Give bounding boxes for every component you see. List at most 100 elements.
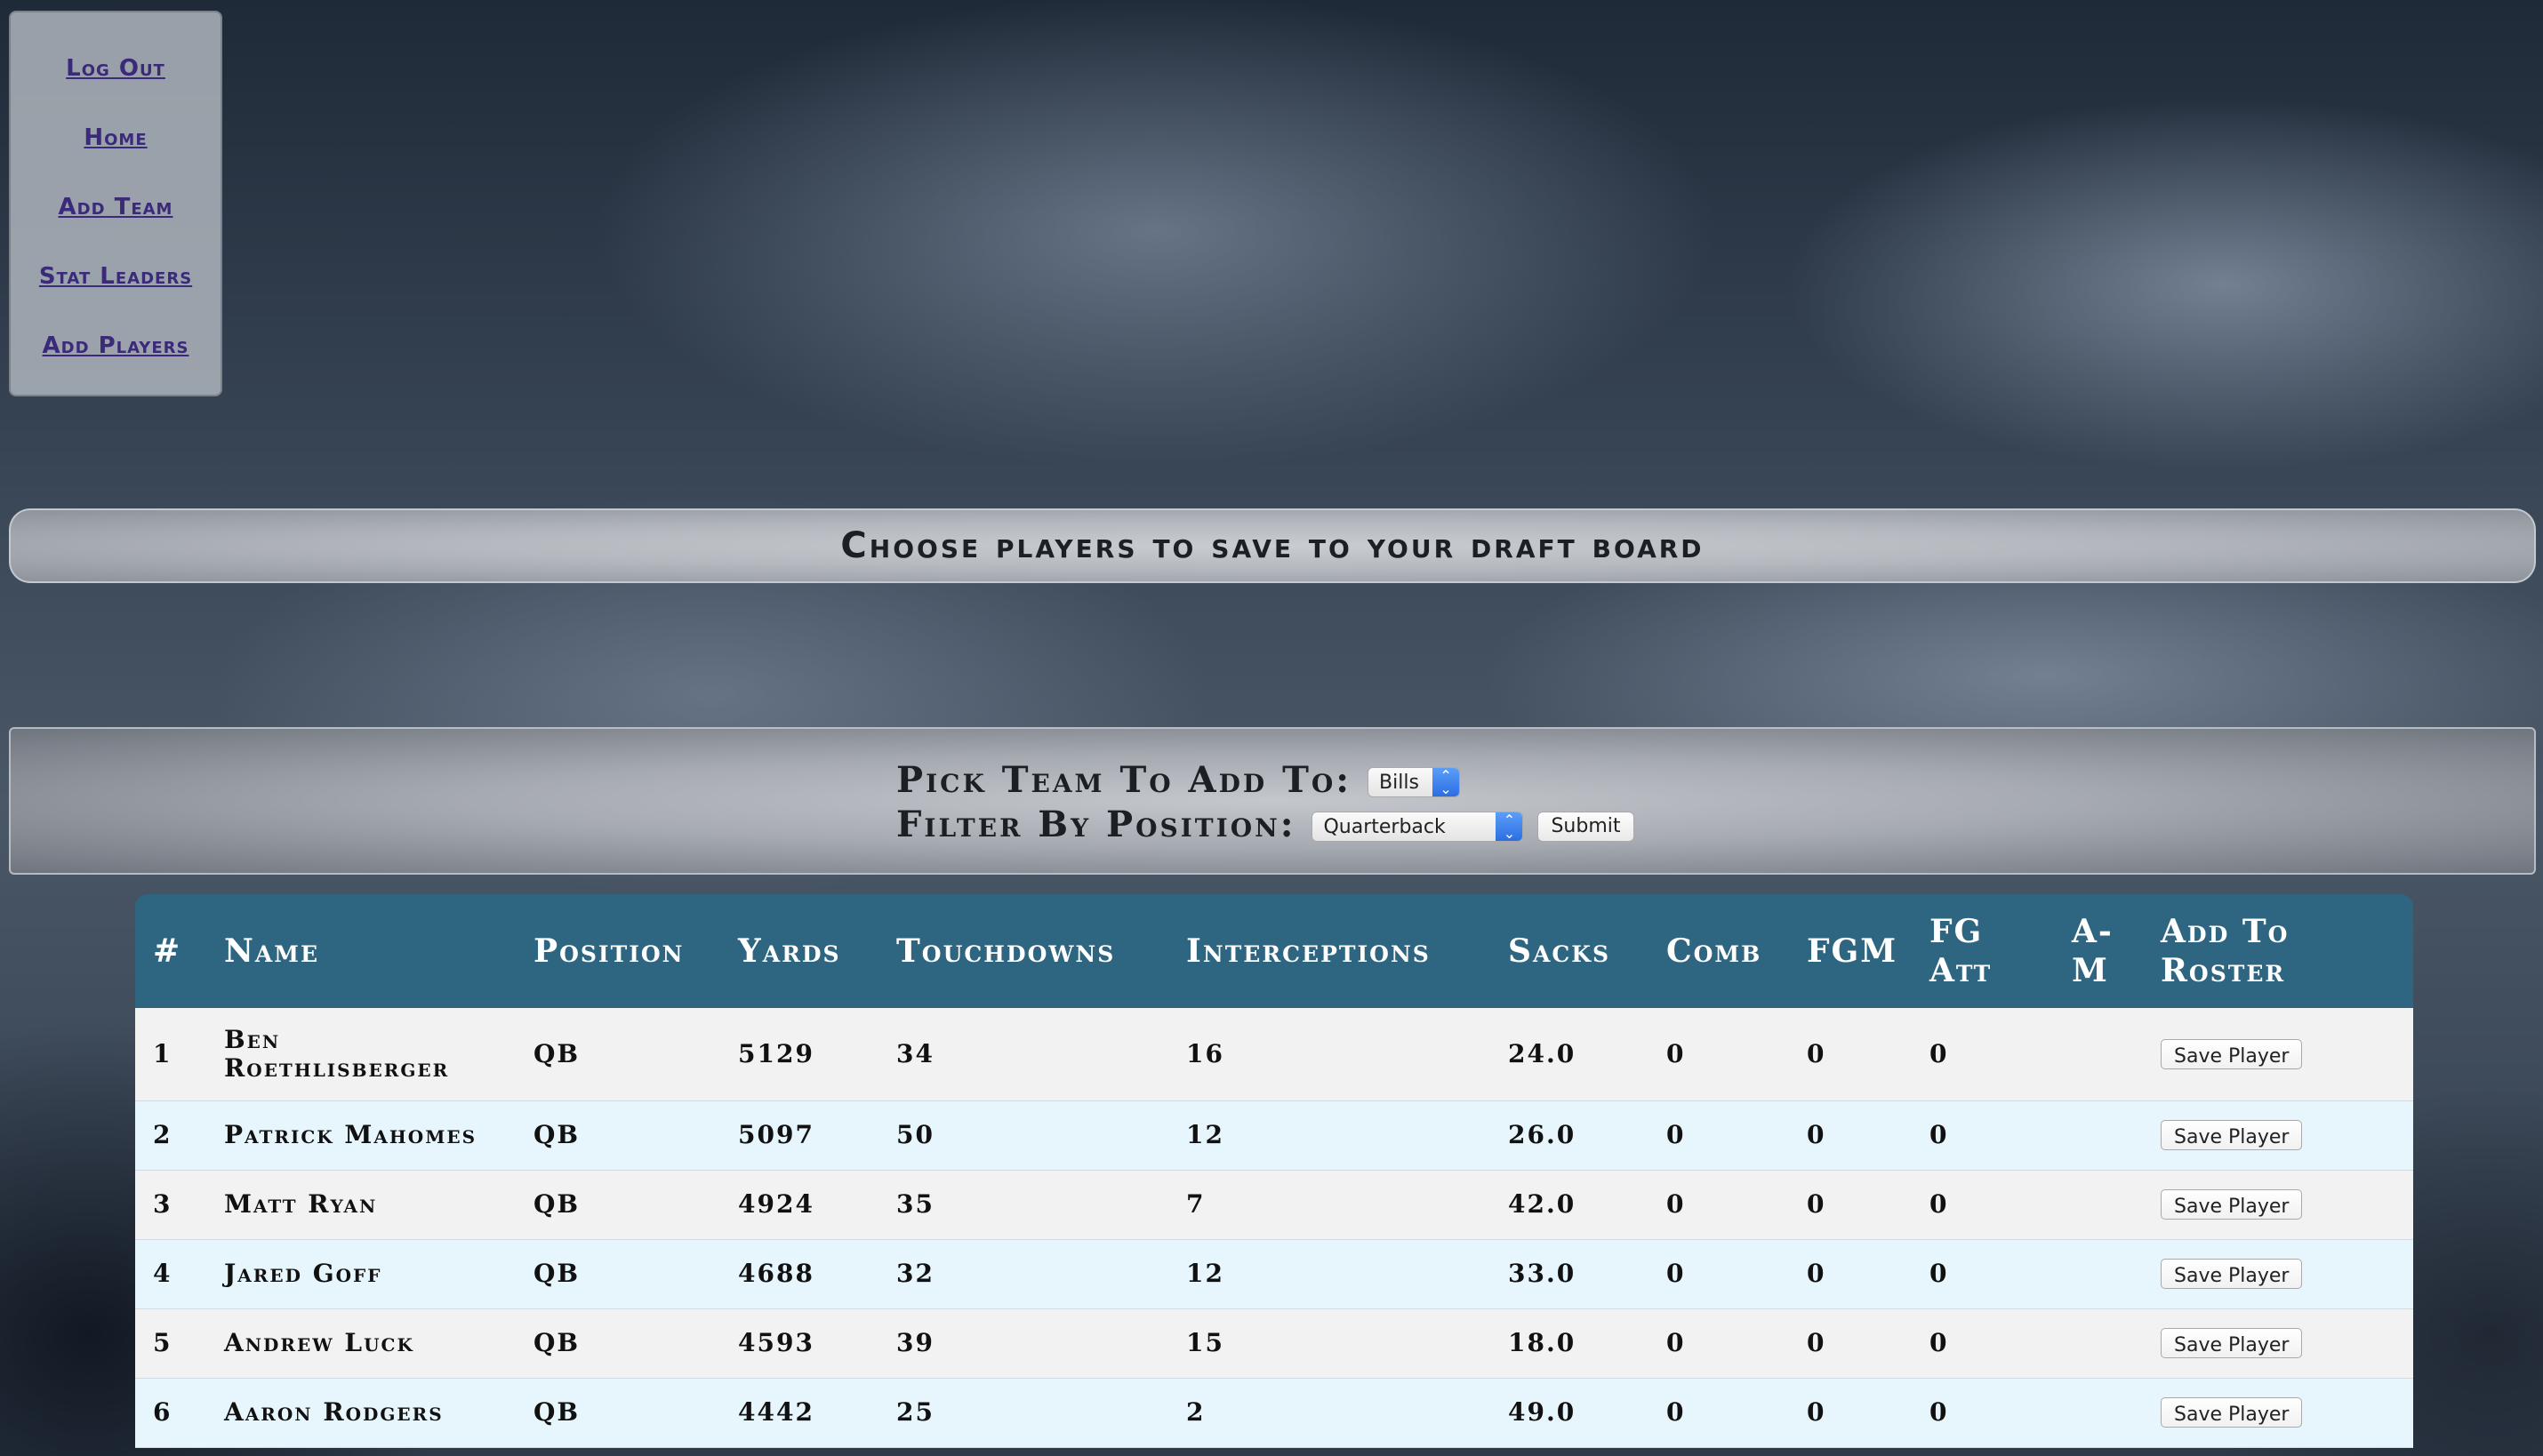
cell-fg-att: 0 (1929, 1038, 1949, 1068)
save-player-button[interactable]: Save Player (2161, 1038, 2303, 1069)
header-num: # (153, 932, 182, 970)
cell-num: 6 (153, 1397, 172, 1427)
cell-interceptions: 2 (1186, 1397, 1206, 1427)
save-player-button[interactable]: Save Player (2161, 1397, 2303, 1428)
cell-yards: 4593 (738, 1328, 814, 1357)
cell-num: 4 (153, 1259, 172, 1288)
cell-sacks: 33.0 (1508, 1259, 1576, 1288)
cell-name: Andrew Luck (224, 1328, 414, 1357)
team-select[interactable]: Bills ⌃ ⌄ (1368, 766, 1461, 797)
cell-num: 5 (153, 1328, 172, 1357)
cell-touchdowns: 39 (896, 1328, 935, 1357)
cell-comb: 0 (1666, 1259, 1686, 1288)
cell-yards: 4688 (738, 1259, 814, 1288)
cell-yards: 4442 (738, 1397, 814, 1427)
save-player-button[interactable]: Save Player (2161, 1120, 2303, 1150)
header-fg-att: FG Att (1929, 913, 1993, 989)
cell-num: 1 (153, 1038, 172, 1068)
team-label: Pick Team To Add To: (896, 759, 1352, 801)
cell-a-m (2054, 1378, 2143, 1447)
cell-a-m (2054, 1239, 2143, 1308)
cell-touchdowns: 34 (896, 1038, 935, 1068)
cell-touchdowns: 32 (896, 1259, 935, 1288)
nav-add-players-link[interactable]: Add Players (43, 332, 189, 359)
cell-sacks: 49.0 (1508, 1397, 1576, 1427)
cell-add: Save Player (2143, 1378, 2413, 1447)
cell-sacks: 24.0 (1508, 1038, 1576, 1068)
position-row: Filter By Position: Quarterback ⌃ ⌄ Submi… (896, 804, 1634, 845)
save-player-button[interactable]: Save Player (2161, 1189, 2303, 1220)
cell-a-m (2054, 1308, 2143, 1378)
cell-fgm: 0 (1807, 1189, 1826, 1219)
cell-fg-att: 0 (1929, 1259, 1949, 1288)
header-position: Position (533, 932, 685, 970)
cell-interceptions: 7 (1186, 1189, 1206, 1219)
cell-fgm: 0 (1807, 1120, 1826, 1149)
header-add-to-roster: Add To Roster (2161, 913, 2290, 989)
table-row: 1 Ben Roethlisberger QB 5129 34 16 24.0 … (135, 1008, 2413, 1100)
table-header-row: # Name Position Yards Touchdowns Interce… (135, 894, 2413, 1008)
nav-add-team-link[interactable]: Add Team (59, 194, 173, 220)
cell-interceptions: 15 (1186, 1328, 1224, 1357)
cell-name: Ben Roethlisberger (224, 1024, 450, 1083)
cell-fg-att: 0 (1929, 1397, 1949, 1427)
select-arrows-icon: ⌃ ⌄ (1432, 767, 1460, 796)
cell-add: Save Player (2143, 1308, 2413, 1378)
table-row: 6 Aaron Rodgers QB 4442 25 2 49.0 0 0 0 … (135, 1378, 2413, 1447)
cell-fg-att: 0 (1929, 1189, 1949, 1219)
cell-add: Save Player (2143, 1100, 2413, 1170)
cell-yards: 4924 (738, 1189, 814, 1219)
table-row: 5 Andrew Luck QB 4593 39 15 18.0 0 0 0 S… (135, 1308, 2413, 1378)
players-table: # Name Position Yards Touchdowns Interce… (135, 894, 2413, 1448)
submit-button[interactable]: Submit (1537, 811, 1634, 842)
cell-add: Save Player (2143, 1239, 2413, 1308)
cell-position: QB (533, 1397, 581, 1427)
cell-touchdowns: 50 (896, 1120, 935, 1149)
position-label: Filter By Position: (896, 804, 1296, 845)
cell-position: QB (533, 1259, 581, 1288)
page-banner: Choose players to save to your draft boa… (9, 508, 2536, 583)
cell-comb: 0 (1666, 1397, 1686, 1427)
nav-log-out-link[interactable]: Log Out (66, 55, 165, 82)
cell-position: QB (533, 1189, 581, 1219)
cell-position: QB (533, 1038, 581, 1068)
position-select[interactable]: Quarterback ⌃ ⌄ (1312, 811, 1524, 842)
header-sacks: Sacks (1508, 932, 1611, 970)
save-player-button[interactable]: Save Player (2161, 1259, 2303, 1289)
cell-fgm: 0 (1807, 1259, 1826, 1288)
header-interceptions: Interceptions (1186, 932, 1431, 970)
cell-touchdowns: 35 (896, 1189, 935, 1219)
cell-name: Patrick Mahomes (224, 1120, 477, 1149)
filter-form-panel: Pick Team To Add To: Bills ⌃ ⌄ Filter By … (9, 727, 2536, 875)
cell-sacks: 26.0 (1508, 1120, 1576, 1149)
cell-name: Aaron Rodgers (224, 1397, 444, 1427)
cell-fgm: 0 (1807, 1038, 1826, 1068)
header-a-m: A-M (2072, 913, 2114, 989)
header-name: Name (224, 932, 320, 970)
save-player-button[interactable]: Save Player (2161, 1328, 2303, 1358)
cell-touchdowns: 25 (896, 1397, 935, 1427)
cell-num: 2 (153, 1120, 172, 1149)
cell-fgm: 0 (1807, 1328, 1826, 1357)
nav-home-link[interactable]: Home (84, 124, 147, 151)
cell-num: 3 (153, 1189, 172, 1219)
cell-comb: 0 (1666, 1328, 1686, 1357)
cell-interceptions: 12 (1186, 1259, 1224, 1288)
cell-yards: 5097 (738, 1120, 814, 1149)
cell-comb: 0 (1666, 1038, 1686, 1068)
cell-interceptions: 16 (1186, 1038, 1224, 1068)
nav-stat-leaders-link[interactable]: Stat Leaders (39, 263, 192, 290)
cell-a-m (2054, 1170, 2143, 1239)
team-select-value: Bills (1379, 771, 1419, 794)
cell-position: QB (533, 1328, 581, 1357)
cell-a-m (2054, 1100, 2143, 1170)
cell-name: Jared Goff (224, 1259, 382, 1288)
header-touchdowns: Touchdowns (896, 932, 1116, 970)
cell-comb: 0 (1666, 1120, 1686, 1149)
cell-sacks: 18.0 (1508, 1328, 1576, 1357)
cell-yards: 5129 (738, 1038, 814, 1068)
cell-a-m (2054, 1008, 2143, 1100)
header-comb: Comb (1666, 932, 1762, 970)
cell-comb: 0 (1666, 1189, 1686, 1219)
cell-fg-att: 0 (1929, 1328, 1949, 1357)
